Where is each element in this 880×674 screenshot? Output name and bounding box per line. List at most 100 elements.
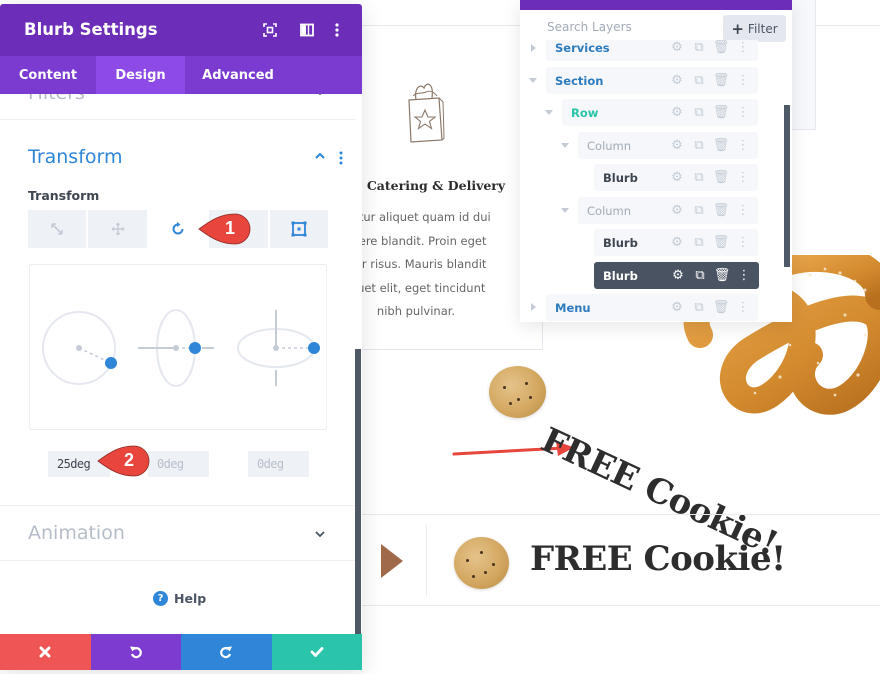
trash-icon[interactable]: 🗑: [712, 73, 730, 88]
layer-item[interactable]: Blurb ⚙ ⧉ 🗑 ⋮: [594, 164, 758, 191]
gear-icon[interactable]: ⚙: [669, 268, 687, 283]
more-options-icon[interactable]: [329, 22, 345, 38]
x-rotation-dial[interactable]: [138, 309, 214, 387]
more-options-icon[interactable]: ⋮: [734, 40, 752, 55]
duplicate-icon[interactable]: ⧉: [690, 138, 708, 153]
filter-label: Filter: [747, 21, 778, 36]
more-options-icon[interactable]: ⋮: [735, 268, 753, 283]
cookie-image: [454, 537, 509, 589]
collapse-arrow-icon[interactable]: [561, 208, 569, 213]
search-layers-input[interactable]: Search Layers: [547, 20, 632, 34]
transform-origin-button[interactable]: [269, 210, 329, 248]
transform-section-title[interactable]: Transform: [28, 146, 123, 168]
y-rotation-dial[interactable]: [237, 310, 320, 386]
more-options-icon[interactable]: ⋮: [734, 203, 752, 218]
transform-mode-buttons: [28, 210, 329, 248]
gear-icon[interactable]: ⚙: [668, 235, 686, 250]
layer-item[interactable]: Menu ⚙ ⧉ 🗑 ⋮: [546, 294, 758, 321]
layer-label: Blurb: [603, 235, 638, 250]
duplicate-icon[interactable]: ⧉: [690, 73, 708, 88]
trash-icon[interactable]: 🗑: [712, 138, 730, 153]
undo-button[interactable]: [90, 634, 181, 670]
trash-icon[interactable]: 🗑: [712, 105, 730, 120]
layer-label: Blurb: [603, 268, 638, 283]
save-button[interactable]: [271, 634, 362, 670]
row-separator: [426, 525, 427, 597]
play-triangle-icon: [381, 544, 403, 578]
layers-scrollbar[interactable]: [784, 105, 790, 267]
duplicate-icon[interactable]: ⧉: [690, 235, 708, 250]
fullscreen-icon[interactable]: [262, 22, 278, 38]
chevron-up-icon[interactable]: [314, 152, 326, 160]
trash-icon[interactable]: 🗑: [713, 268, 731, 283]
catering-blurb-module[interactable]: Catering & Delivery abitur aliquet quam …: [341, 48, 543, 350]
layer-label: Column: [587, 203, 632, 218]
expand-arrow-icon[interactable]: [531, 44, 536, 52]
collapse-arrow-icon[interactable]: [561, 143, 569, 148]
duplicate-icon[interactable]: ⧉: [690, 300, 708, 315]
gear-icon[interactable]: ⚙: [668, 138, 686, 153]
more-options-icon[interactable]: ⋮: [734, 235, 752, 250]
layer-item[interactable]: Column ⚙ ⧉ 🗑 ⋮: [578, 132, 758, 159]
rotate-y-input[interactable]: 0deg: [248, 451, 309, 477]
help-link[interactable]: ? Help: [153, 591, 206, 606]
tab-design[interactable]: Design: [96, 56, 185, 94]
filter-button[interactable]: + Filter: [723, 15, 786, 42]
gear-icon[interactable]: ⚙: [668, 73, 686, 88]
tab-advanced[interactable]: Advanced: [185, 56, 291, 94]
gear-icon[interactable]: ⚙: [668, 170, 686, 185]
free-cookie-row: FREE Cookie!: [362, 514, 880, 606]
duplicate-icon[interactable]: ⧉: [690, 203, 708, 218]
animation-section-title[interactable]: Animation: [28, 522, 125, 544]
gear-icon[interactable]: ⚙: [668, 300, 686, 315]
layer-item[interactable]: Section ⚙ ⧉ 🗑 ⋮: [546, 67, 758, 94]
panel-header[interactable]: Blurb Settings: [0, 4, 362, 56]
layer-item[interactable]: Row ⚙ ⧉ 🗑 ⋮: [562, 99, 758, 126]
more-options-icon[interactable]: ⋮: [734, 73, 752, 88]
expand-arrow-icon[interactable]: [531, 303, 536, 311]
chevron-down-icon[interactable]: [314, 530, 326, 538]
z-rotation-dial[interactable]: [42, 311, 117, 385]
redo-button[interactable]: [181, 634, 272, 670]
panel-scrollbar[interactable]: [355, 349, 361, 634]
scale-button[interactable]: [28, 210, 87, 248]
split-view-icon[interactable]: [299, 22, 315, 38]
layer-item[interactable]: Column ⚙ ⧉ 🗑 ⋮: [578, 197, 758, 224]
discard-button[interactable]: [0, 634, 91, 670]
translate-button[interactable]: [88, 210, 147, 248]
gear-icon[interactable]: ⚙: [668, 40, 686, 55]
more-options-icon[interactable]: [339, 151, 343, 165]
layer-item-active[interactable]: Blurb ⚙ ⧉ 🗑 ⋮: [594, 262, 759, 289]
more-options-icon[interactable]: ⋮: [734, 170, 752, 185]
duplicate-icon[interactable]: ⧉: [690, 170, 708, 185]
layer-label: Column: [587, 138, 632, 153]
collapse-arrow-icon[interactable]: [545, 110, 553, 115]
duplicate-icon[interactable]: ⧉: [690, 40, 708, 55]
panel-footer: [0, 634, 362, 670]
trash-icon[interactable]: 🗑: [712, 235, 730, 250]
layer-label: Menu: [555, 300, 591, 315]
duplicate-icon[interactable]: ⧉: [690, 105, 708, 120]
layer-item[interactable]: Blurb ⚙ ⧉ 🗑 ⋮: [594, 229, 758, 256]
trash-icon[interactable]: 🗑: [712, 170, 730, 185]
gear-icon[interactable]: ⚙: [668, 203, 686, 218]
transform-origin-icon: [291, 221, 307, 237]
blurb-title: Catering & Delivery: [366, 178, 506, 193]
rotate-x-input[interactable]: 0deg: [148, 451, 209, 477]
filters-section-title[interactable]: Filters: [28, 94, 85, 104]
layers-panel: Search Layers + Filter Services ⚙ ⧉ 🗑 ⋮ Sec…: [520, 0, 792, 322]
cookie-image: [489, 366, 546, 418]
collapse-arrow-icon[interactable]: [529, 78, 537, 83]
tab-content[interactable]: Content: [0, 56, 96, 94]
more-options-icon[interactable]: ⋮: [734, 105, 752, 120]
duplicate-icon[interactable]: ⧉: [691, 268, 709, 283]
trash-icon[interactable]: 🗑: [712, 300, 730, 315]
more-options-icon[interactable]: ⋮: [734, 138, 752, 153]
layers-panel-header: [520, 0, 792, 10]
rotate-icon: [172, 222, 184, 235]
chevron-down-icon[interactable]: [314, 94, 326, 96]
trash-icon[interactable]: 🗑: [712, 40, 730, 55]
gear-icon[interactable]: ⚙: [668, 105, 686, 120]
trash-icon[interactable]: 🗑: [712, 203, 730, 218]
more-options-icon[interactable]: ⋮: [734, 300, 752, 315]
